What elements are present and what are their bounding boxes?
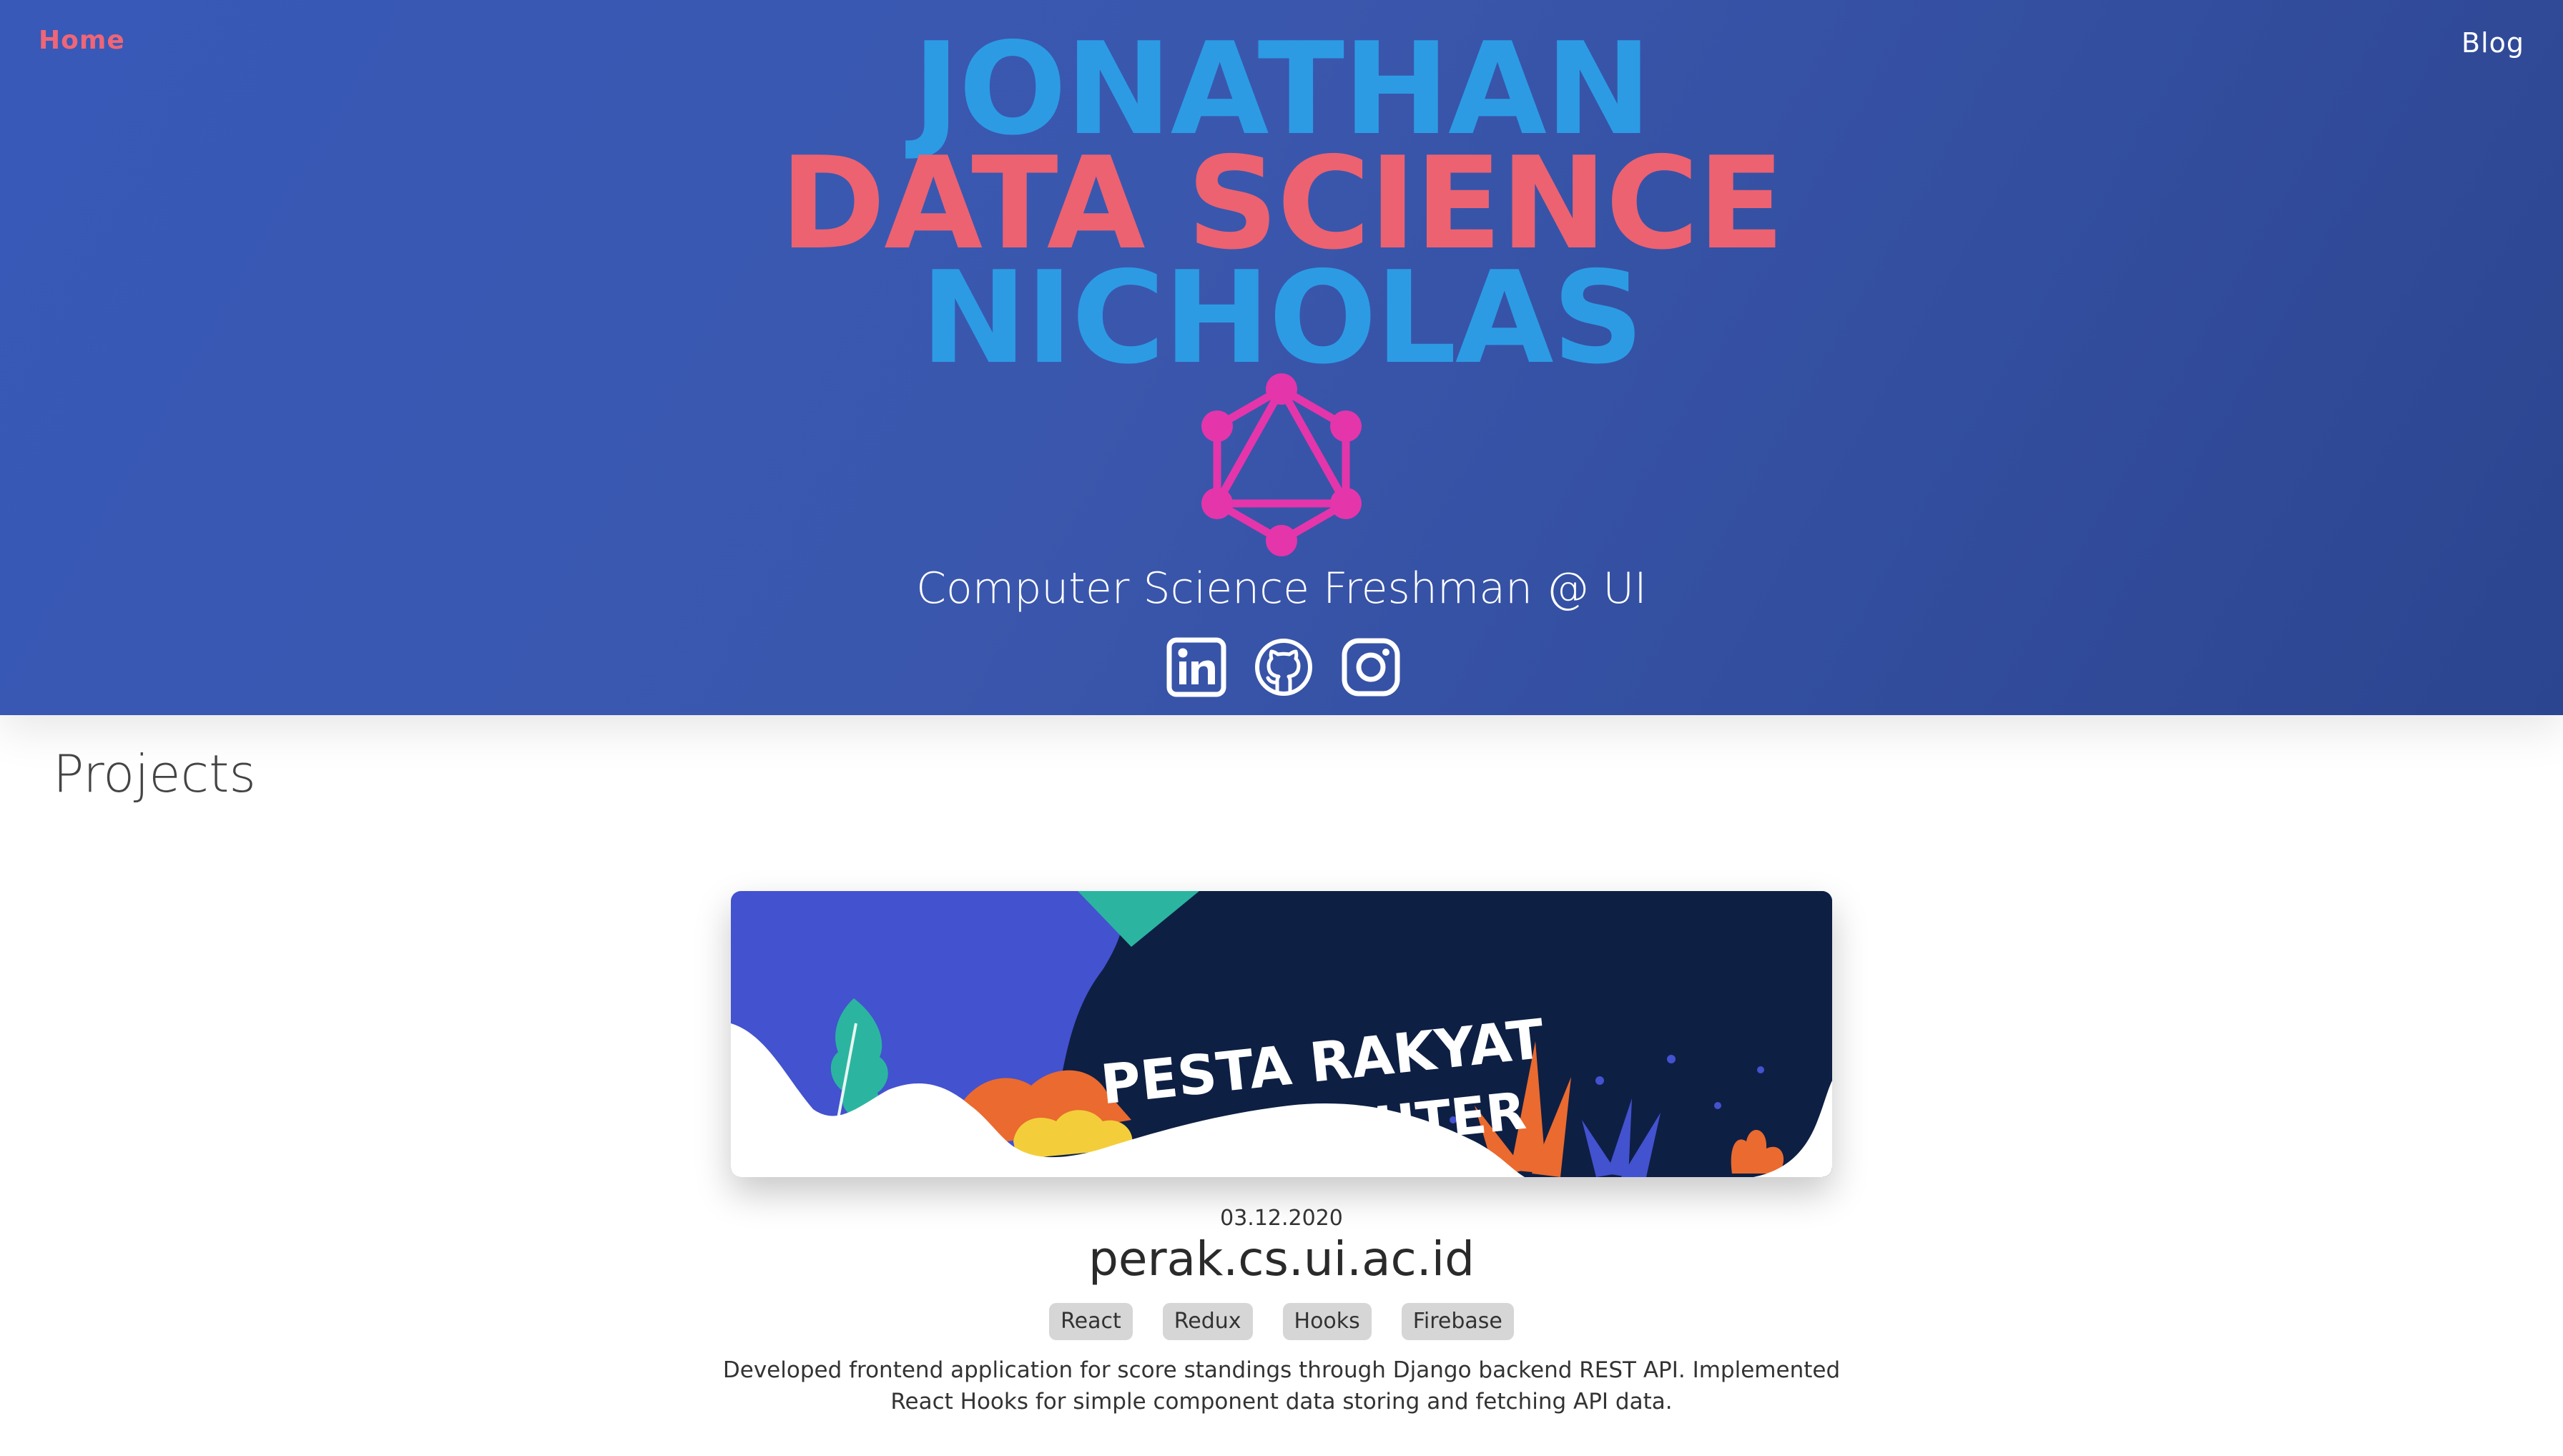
tag-redux: Redux xyxy=(1162,1303,1253,1340)
project-description: Developed frontend application for score… xyxy=(722,1357,1841,1415)
project-banner-image: PESTA RAKYAT KOMPUTER xyxy=(731,891,1832,1177)
graphql-icon xyxy=(1201,373,1362,556)
tag-react: React xyxy=(1049,1303,1133,1340)
linkedin-icon[interactable] xyxy=(1166,636,1227,698)
tag-hooks: Hooks xyxy=(1282,1303,1372,1340)
hero-section: Home Blog JONATHAN DATA SCIENCE NICHOLAS… xyxy=(0,0,2563,715)
project-tags: React Redux Hooks Firebase xyxy=(0,1303,2563,1340)
project-card[interactable]: PESTA RAKYAT KOMPUTER xyxy=(731,891,1832,1177)
tag-firebase: Firebase xyxy=(1401,1303,1514,1340)
instagram-icon[interactable] xyxy=(1340,636,1402,698)
github-icon[interactable] xyxy=(1253,636,1314,698)
project-date: 03.12.2020 xyxy=(1220,1206,1343,1231)
projects-heading: Projects xyxy=(53,744,256,804)
social-links xyxy=(1166,636,1402,698)
hero-title-last-name: NICHOLAS xyxy=(920,244,1644,392)
project-name-link[interactable]: perak.cs.ui.ac.id xyxy=(0,1231,2563,1287)
hero-subtitle: Computer Science Freshman @ UI xyxy=(916,564,1647,614)
